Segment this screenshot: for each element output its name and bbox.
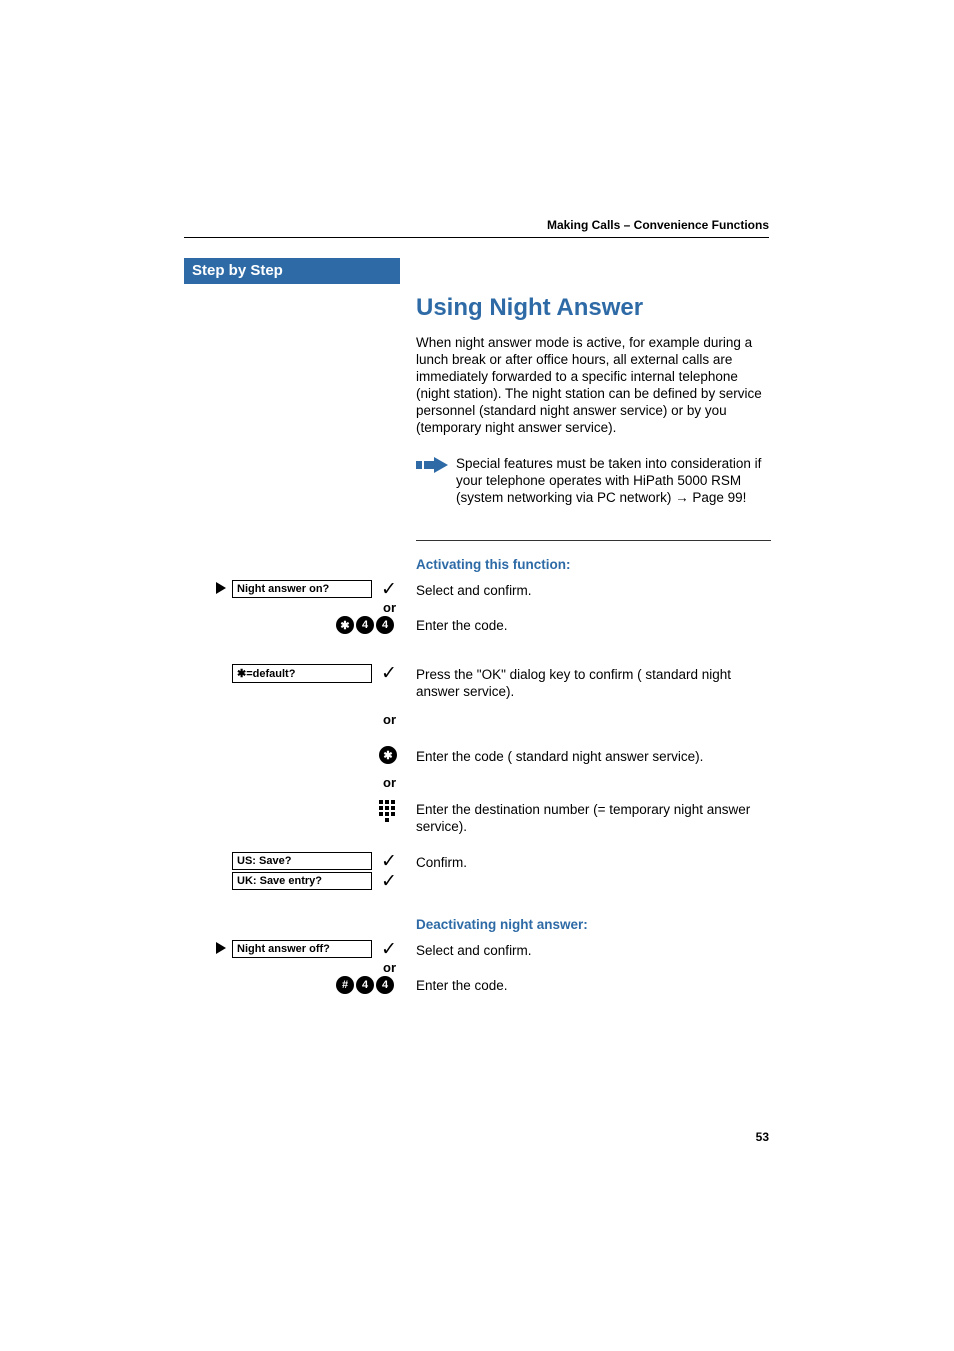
text-confirm: Confirm.	[416, 854, 771, 871]
check-icon: ✓	[381, 580, 397, 599]
section-title: Using Night Answer	[416, 294, 643, 322]
text-enter-code-standard: Enter the code ( standard night answer s…	[416, 748, 771, 765]
key-4: 4	[376, 976, 394, 994]
key-4: 4	[356, 616, 374, 634]
or-label-2: or	[383, 712, 396, 727]
cursor-icon	[216, 582, 226, 594]
text-press-ok: Press the "OK" dialog key to confirm ( s…	[416, 666, 771, 700]
check-icon: ✓	[381, 664, 397, 683]
text-enter-destination: Enter the destination number (= temporar…	[416, 801, 771, 835]
key-star: ✱	[336, 616, 354, 634]
note-rule	[416, 540, 771, 541]
header-rule	[184, 237, 769, 238]
key-4: 4	[356, 976, 374, 994]
key-star-single: ✱	[379, 746, 397, 764]
key-sequence-star-4-4: ✱ 4 4	[336, 616, 394, 634]
check-icon: ✓	[381, 852, 397, 871]
note-text: Special features must be taken into cons…	[456, 455, 771, 506]
cursor-icon	[216, 942, 226, 954]
or-label-4: or	[383, 960, 396, 975]
key-sequence-hash-4-4: # 4 4	[336, 976, 394, 994]
text-enter-code-1: Enter the code.	[416, 617, 771, 634]
text-select-confirm-2: Select and confirm.	[416, 942, 771, 959]
deactivating-heading: Deactivating night answer:	[416, 917, 588, 932]
keypad-icon	[379, 800, 395, 822]
display-uk-save: UK: Save entry?	[232, 872, 372, 890]
key-hash: #	[336, 976, 354, 994]
or-label-3: or	[383, 775, 396, 790]
display-night-answer-off: Night answer off?	[232, 940, 372, 958]
text-select-confirm-1: Select and confirm.	[416, 582, 771, 599]
note-arrow-icon	[416, 457, 448, 473]
display-default: ✱=default?	[232, 664, 372, 683]
key-star: ✱	[379, 746, 397, 764]
check-icon: ✓	[381, 872, 397, 891]
display-us-save: US: Save?	[232, 852, 372, 870]
intro-paragraph: When night answer mode is active, for ex…	[416, 334, 771, 436]
text-enter-code-2: Enter the code.	[416, 977, 771, 994]
note-box: Special features must be taken into cons…	[416, 455, 771, 506]
step-by-step-banner: Step by Step	[184, 258, 400, 284]
or-label-1: or	[383, 600, 396, 615]
check-icon: ✓	[381, 940, 397, 959]
display-night-answer-on: Night answer on?	[232, 580, 372, 598]
key-4: 4	[376, 616, 394, 634]
running-header: Making Calls – Convenience Functions	[547, 218, 769, 232]
activating-heading: Activating this function:	[416, 557, 571, 572]
page-number: 53	[756, 1130, 769, 1144]
